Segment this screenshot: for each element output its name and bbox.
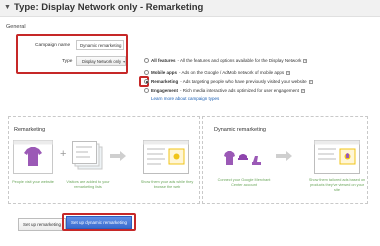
visitor-list-illustration [72, 141, 103, 170]
setup-dynamic-remarketing-button[interactable]: Set up dynamic remarketing [66, 216, 133, 229]
type-select-value: Display Network only [82, 58, 122, 64]
option-remarketing[interactable]: Remarketing - Ads targeting people who h… [144, 79, 313, 84]
mobile-apps-desc: - Ads on the Google / AdMob network of m… [179, 70, 285, 75]
plus-icon: + [60, 148, 67, 160]
setup-remarketing-button[interactable]: Set up remarketing [18, 218, 67, 231]
option-mobile-apps[interactable]: Mobile apps - Ads on the Google / AdMob … [144, 70, 291, 75]
tshirt-website-illustration [13, 140, 53, 174]
page-header: ▼ Type: Display Network only - Remarketi… [0, 0, 380, 17]
campaign-name-label: Campaign name [35, 43, 71, 48]
remarketing-step3-text: Show them your ads while they browse the… [140, 180, 194, 189]
type-select[interactable]: Display Network only ▾ [76, 56, 126, 66]
engagement-title: Engagement [151, 88, 179, 93]
help-icon[interactable]: ? [300, 88, 305, 93]
arrow-right-icon [276, 151, 292, 161]
dynamic-remarketing-panel-title: Dynamic remarketing [214, 127, 266, 133]
ad-on-webpage-illustration [143, 140, 189, 174]
learn-more-link[interactable]: Learn more about campaign types [151, 96, 219, 101]
engagement-radio[interactable] [144, 88, 149, 93]
general-section-label: General [6, 24, 26, 30]
remarketing-step2-text: Visitors are added to your remarketing l… [66, 180, 110, 189]
type-label: Type [62, 59, 73, 64]
dynamic-step1-text: Connect your Google Merchant Center acco… [217, 178, 271, 187]
campaign-name-input[interactable]: Dynamic remarketing [76, 40, 124, 50]
mobile-apps-radio[interactable] [144, 70, 149, 75]
dynamic-step2-text: Show them tailored ads based on products… [308, 178, 366, 192]
help-icon[interactable]: ? [303, 58, 308, 63]
collapse-toggle-icon[interactable]: ▼ [4, 4, 11, 11]
remarketing-panel-title: Remarketing [14, 127, 46, 133]
arrow-right-icon [110, 151, 126, 161]
option-all-features[interactable]: All features - All the features and opti… [144, 58, 308, 63]
page-title: Type: Display Network only - Remarketing [14, 2, 204, 13]
option-engagement[interactable]: Engagement - Rich media interactive ads … [144, 88, 305, 93]
remarketing-step1-text: People visit your website [12, 180, 54, 184]
engagement-desc: - Rich media interactive ads optimized f… [180, 88, 299, 93]
all-features-radio[interactable] [144, 58, 149, 63]
help-icon[interactable]: ? [308, 79, 313, 84]
help-icon[interactable]: ? [286, 70, 291, 75]
all-features-desc: - All the features and options available… [177, 58, 302, 63]
all-features-title: All features [151, 58, 176, 63]
remarketing-desc: - Ads targeting people who have previous… [180, 79, 307, 84]
chevron-down-icon: ▾ [123, 58, 126, 64]
dynamic-ad-illustration [314, 140, 360, 174]
remarketing-radio[interactable] [144, 79, 149, 84]
mobile-apps-title: Mobile apps [151, 70, 178, 75]
remarketing-title: Remarketing [151, 79, 179, 84]
product-feed-illustration [224, 151, 261, 165]
